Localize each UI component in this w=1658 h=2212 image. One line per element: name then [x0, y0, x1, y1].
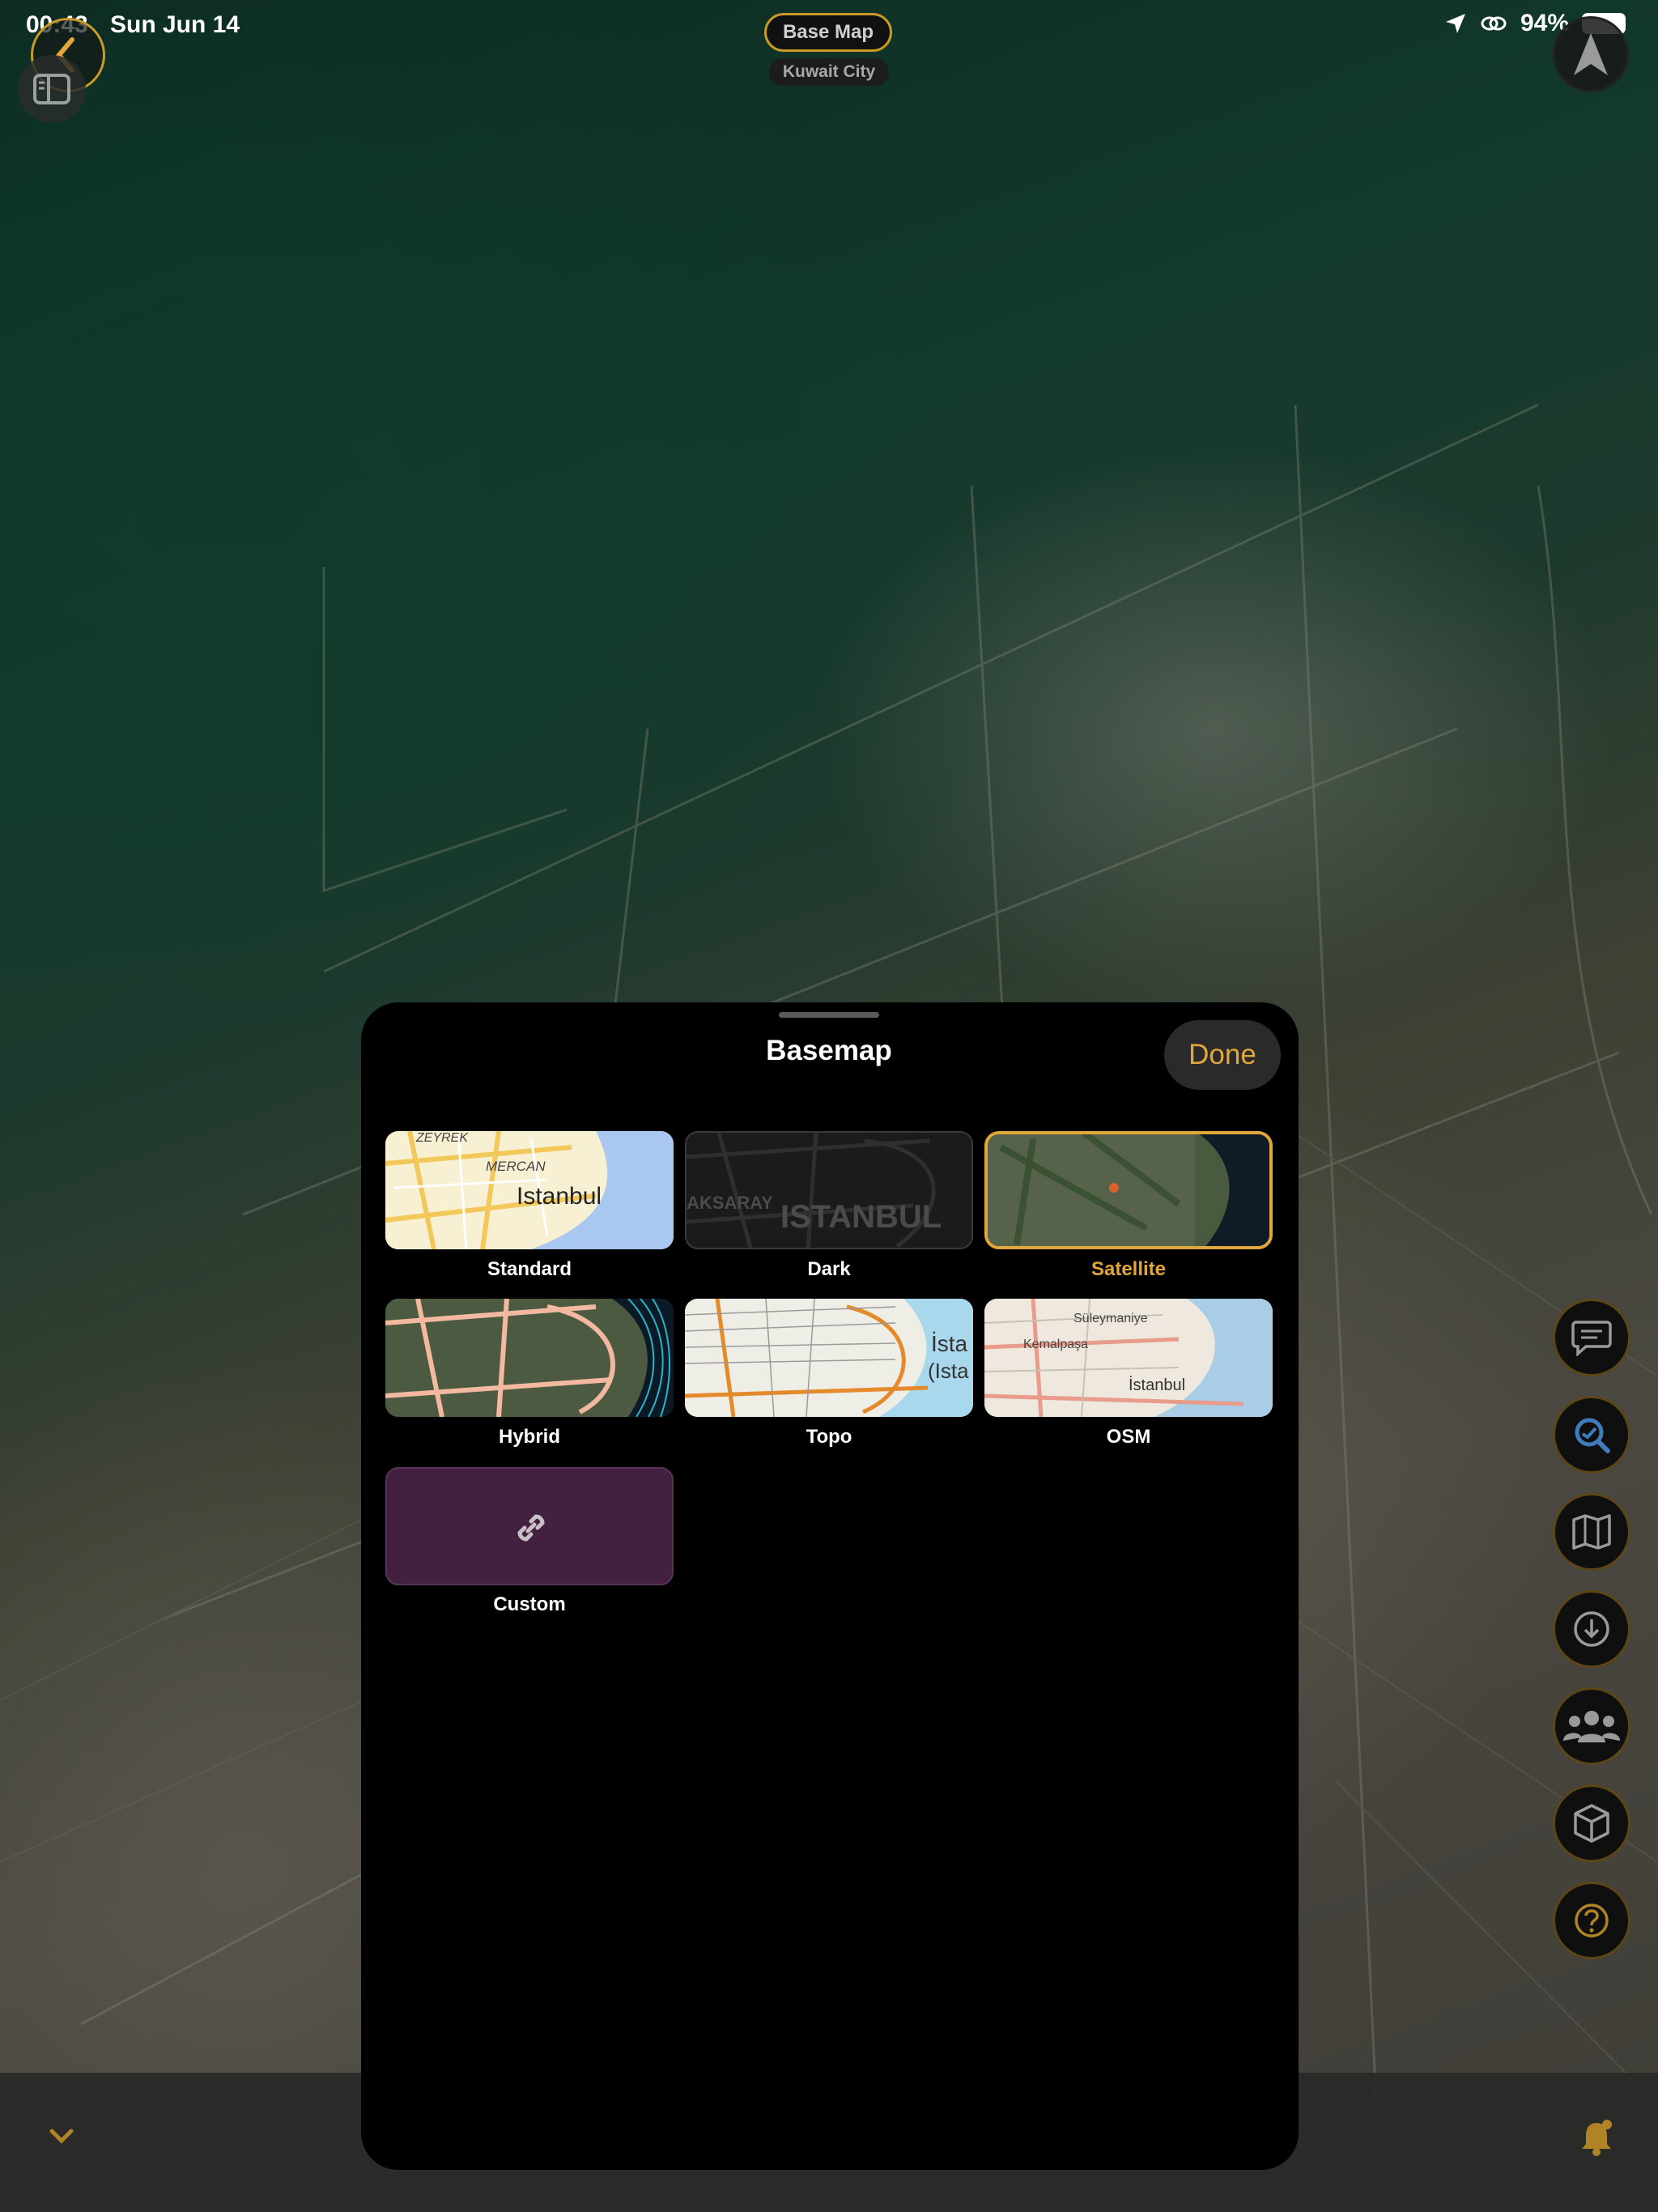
map-button[interactable] [1553, 1493, 1630, 1571]
basemap-option-dark[interactable]: AKSARAY ISTANBUL [685, 1131, 973, 1249]
basemap-option-topo[interactable]: İsta (Ista [685, 1299, 973, 1417]
chat-button[interactable] [1553, 1299, 1630, 1376]
basemap-option-standard[interactable]: ZEYREK MERCAN Istanbul [385, 1131, 674, 1249]
help-button[interactable] [1553, 1882, 1630, 1959]
chevron-down-icon [49, 2129, 74, 2144]
search-button[interactable] [1553, 1396, 1630, 1474]
search-icon [1575, 1418, 1610, 1453]
osm-thumb-text: İstanbul [1129, 1376, 1186, 1394]
basemap-option-satellite[interactable] [984, 1131, 1273, 1249]
topo-map-thumbnail [685, 1299, 973, 1417]
sheet-grabber[interactable] [779, 1012, 879, 1018]
basemap-label-osm: OSM [1106, 1426, 1151, 1448]
basemap-label-custom: Custom [493, 1593, 566, 1615]
map-icon [1572, 1514, 1611, 1550]
basemap-label-topo: Topo [806, 1426, 852, 1448]
sidebar-toggle-button[interactable] [18, 55, 86, 123]
basemap-label-satellite: Satellite [1090, 1258, 1167, 1280]
hybrid-map-thumbnail [385, 1299, 674, 1417]
bell-icon [1582, 2120, 1612, 2156]
basemap-label-hybrid: Hybrid [498, 1426, 560, 1448]
topo-thumb-text: İsta [931, 1331, 968, 1356]
notifications-button[interactable] [1579, 2118, 1614, 2157]
basemap-option-custom[interactable] [385, 1467, 674, 1585]
dark-thumb-text: ISTANBUL [780, 1199, 942, 1235]
basemap-option-osm[interactable]: Süleymaniye Kemalpaşa İstanbul [984, 1299, 1273, 1417]
done-button[interactable]: Done [1164, 1020, 1281, 1090]
standard-thumb-sub2: MERCAN [486, 1159, 546, 1174]
satellite-map-thumbnail [988, 1134, 1269, 1246]
link-icon [517, 1514, 545, 1542]
3d-button[interactable] [1553, 1784, 1630, 1862]
link-status-icon [1481, 16, 1507, 31]
base-map-pill[interactable]: Base Map [764, 13, 892, 52]
compass-button[interactable] [1553, 16, 1629, 92]
sheet-title: Basemap [766, 1035, 892, 1066]
message-icon [1571, 1321, 1612, 1356]
dark-thumb-sub1: AKSARAY [687, 1193, 773, 1213]
sidebar-icon [33, 74, 70, 104]
topo-thumb-sub1: (Ista [928, 1359, 969, 1383]
standard-thumb-text: Istanbul [517, 1183, 602, 1210]
people-button[interactable] [1553, 1687, 1630, 1765]
location-arrow-icon [1445, 14, 1465, 33]
people-icon [1563, 1711, 1620, 1742]
basemap-label-standard: Standard [487, 1258, 572, 1280]
download-icon [1574, 1611, 1609, 1647]
cube-icon [1574, 1804, 1609, 1843]
standard-thumb-sub1: ZEYREK [416, 1131, 469, 1145]
status-date: Sun Jun 14 [110, 11, 240, 38]
north-arrow-icon [1574, 33, 1608, 75]
osm-thumb-sub2: Kemalpaşa [1023, 1338, 1089, 1351]
location-pill: Kuwait City [769, 58, 889, 86]
collapse-button[interactable] [45, 2120, 78, 2152]
osm-thumb-sub1: Süleymaniye [1073, 1312, 1148, 1325]
help-icon [1575, 1904, 1609, 1938]
download-button[interactable] [1553, 1590, 1630, 1668]
basemap-label-dark: Dark [807, 1258, 851, 1280]
basemap-option-hybrid[interactable] [385, 1299, 674, 1417]
